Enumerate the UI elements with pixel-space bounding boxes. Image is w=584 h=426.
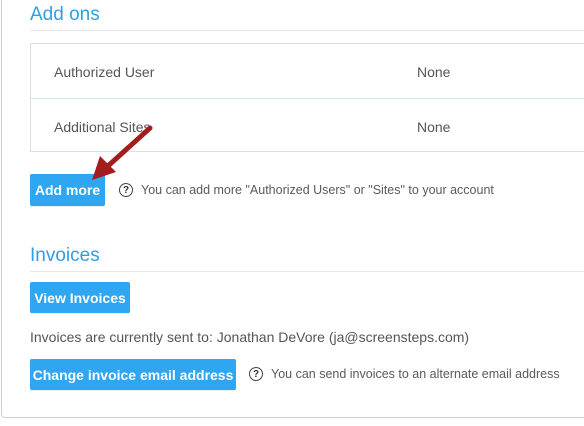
invoices-help-text: You can send invoices to an alternate em… [271, 367, 560, 381]
red-arrow-icon [92, 125, 153, 180]
table-row: Authorized User None [31, 44, 584, 98]
addons-title: Add ons [30, 4, 100, 25]
addons-help-text: You can add more "Authorized Users" or "… [141, 183, 494, 197]
invoices-divider [30, 271, 584, 272]
addon-value: None [417, 119, 451, 135]
addons-divider [30, 30, 584, 31]
question-circle-icon[interactable]: ? [249, 367, 263, 381]
change-invoice-email-button[interactable]: Change invoice email address [30, 359, 236, 390]
invoices-help: ? You can send invoices to an alternate … [249, 367, 560, 381]
addons-help: ? You can add more "Authorized Users" or… [119, 183, 494, 197]
view-invoices-button[interactable]: View Invoices [30, 282, 130, 313]
addon-label: Authorized User [54, 64, 155, 80]
addon-value: None [417, 64, 451, 80]
invoice-recipient-text: Invoices are currently sent to: Jonathan… [30, 329, 470, 345]
invoices-title: Invoices [30, 245, 100, 266]
